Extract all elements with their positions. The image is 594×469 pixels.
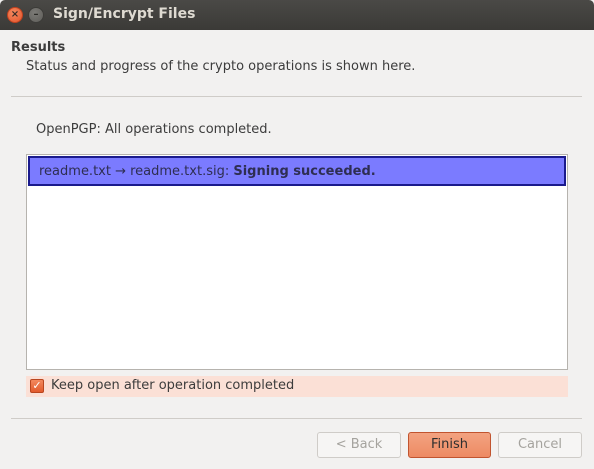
- finish-button[interactable]: Finish: [408, 432, 491, 458]
- minimize-icon[interactable]: –: [28, 7, 44, 23]
- page-subtitle: Status and progress of the crypto operat…: [26, 59, 416, 74]
- cancel-button[interactable]: Cancel: [498, 432, 582, 458]
- bottom-divider: [11, 418, 582, 419]
- keep-open-label[interactable]: Keep open after operation completed: [51, 378, 294, 393]
- top-divider: [11, 96, 582, 97]
- keep-open-row[interactable]: ✓ Keep open after operation completed: [26, 376, 568, 397]
- title-bar: × – Sign/Encrypt Files: [0, 0, 594, 30]
- list-item[interactable]: readme.txt → readme.txt.sig: Signing suc…: [28, 156, 566, 186]
- close-icon[interactable]: ×: [7, 7, 23, 23]
- result-outcome: Signing succeeded.: [233, 164, 376, 179]
- status-text: OpenPGP: All operations completed.: [36, 122, 272, 137]
- page-title: Results: [11, 40, 66, 55]
- back-button[interactable]: < Back: [317, 432, 401, 458]
- result-files: readme.txt → readme.txt.sig:: [39, 164, 234, 179]
- window-title: Sign/Encrypt Files: [53, 6, 196, 22]
- results-list[interactable]: readme.txt → readme.txt.sig: Signing suc…: [26, 154, 568, 370]
- keep-open-checkbox[interactable]: ✓: [30, 379, 44, 393]
